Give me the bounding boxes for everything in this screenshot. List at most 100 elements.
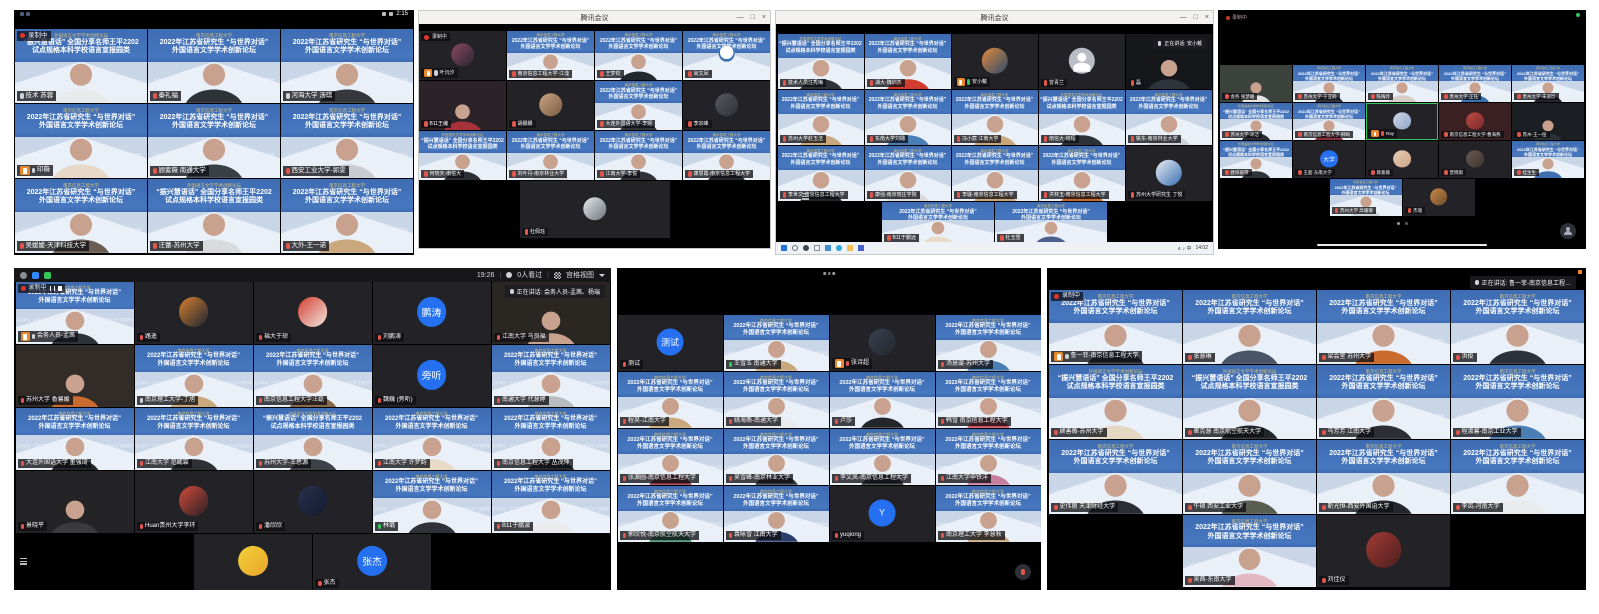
- participant-tile[interactable]: 南京信息工程大学2022年江苏省研究生 “与世界对话”外国语言文学学术创新论坛主…: [1126, 90, 1212, 145]
- participant-tile[interactable]: 外国语言文学学术创新论坛“振兴慧语话” 全国分享名师王平2202试点规格本科学校…: [1039, 90, 1125, 145]
- participant-tile[interactable]: 南京信息工程大学2022年江苏省研究生 “与世界对话”外国语言文学学术创新论坛主…: [952, 146, 1038, 201]
- participant-tile[interactable]: 南京信息工程大学2022年江苏省研究生 “与世界对话”外国语言文学学术创新论坛主…: [281, 104, 413, 178]
- participant-tile[interactable]: 南京信息工程大学2022年江苏省研究生 “与世界对话”外国语言文学学术创新论坛主…: [373, 471, 491, 533]
- participant-tile[interactable]: 南京信息工程大学2022年江苏省研究生 “与世界对话”外国语言文学学术创新论坛主…: [778, 146, 864, 201]
- participant-tile[interactable]: B11王编: [419, 81, 506, 130]
- participant-tile[interactable]: 杰瑞: [1403, 179, 1475, 216]
- participant-tile[interactable]: 南京信息工程大学2022年江苏省研究生 “与世界对话”外国语言文学学术创新论坛主…: [1330, 179, 1402, 216]
- participant-tile[interactable]: 南京信息工程大学2022年江苏省研究生 “与世界对话”外国语言文学学术创新论坛主…: [1183, 440, 1316, 514]
- start-button-icon[interactable]: [781, 245, 787, 251]
- participant-tile[interactable]: 南京信息工程大学2022年江苏省研究生 “与世界对话”外国语言文学学术创新论坛主…: [15, 104, 147, 178]
- participant-tile[interactable]: 刘佳仪: [1317, 515, 1450, 587]
- participant-tile[interactable]: 南京信息工程大学2022年江苏省研究生 “与世界对话”外国语言文学学术创新论坛主…: [507, 131, 594, 180]
- viewers-count[interactable]: 0人看过: [517, 270, 542, 280]
- participant-tile[interactable]: 杜佩珏: [520, 181, 670, 238]
- participant-tile[interactable]: 南京信息工程大学2022年江苏省研究生 “与世界对话”外国语言文学学术创新论坛主…: [778, 90, 864, 145]
- participant-tile[interactable]: 南京信息工程大学2022年江苏省研究生 “与世界对话”外国语言文学学术创新论坛主…: [135, 408, 253, 470]
- mic-muted-button[interactable]: [1015, 564, 1031, 580]
- participant-tile[interactable]: 南京信息工程大学2022年江苏省研究生 “与世界对话”外国语言文学学术创新论坛主…: [882, 202, 994, 244]
- participant-tile[interactable]: 南京信息工程大学2022年江苏省研究生 “与世界对话”外国语言文学学术创新论坛主…: [936, 315, 1041, 371]
- participant-tile[interactable]: 外国语言文学学术创新论坛“振兴慧语话” 全国分享名师王平2202试点规格本科学校…: [15, 29, 147, 103]
- participant-tile[interactable]: 南京信息工程大学2022年江苏省研究生 “与世界对话”外国语言文学学术创新论坛主…: [15, 179, 147, 253]
- maximize-button[interactable]: □: [1194, 14, 1198, 21]
- participant-tile[interactable]: 南京信息工程大学2022年江苏省研究生 “与世界对话”外国语言文学学术创新论坛主…: [507, 31, 594, 80]
- participant-tile[interactable]: 南京信息工程大学2022年江苏省研究生 “与世界对话”外国语言文学学术创新论坛主…: [281, 29, 413, 103]
- participant-tile[interactable]: 安小戴: [952, 34, 1038, 89]
- task-view-icon[interactable]: [814, 245, 820, 251]
- participant-tile[interactable]: 张诗超: [830, 315, 935, 371]
- participant-tile[interactable]: 南京信息工程大学2022年江苏省研究生 “与世界对话”外国语言文学学术创新论坛主…: [1293, 103, 1365, 140]
- view-mode-label[interactable]: 宫格视图: [566, 270, 594, 280]
- more-options-icon[interactable]: [823, 272, 835, 275]
- participant-tile[interactable]: 南京信息工程大学2022年江苏省研究生 “与世界对话”外国语言文学学术创新论坛主…: [618, 429, 723, 485]
- system-tray[interactable]: ∧ ♪ 中 14:02: [1178, 245, 1208, 252]
- info-icon[interactable]: [20, 272, 27, 279]
- participant-tile[interactable]: [194, 534, 312, 590]
- participant-tile[interactable]: 南京信息工程大学2022年江苏省研究生 “与世界对话”外国语言文学学术创新论坛主…: [281, 179, 413, 253]
- participant-tile[interactable]: 南京信息工程大学2022年江苏省研究生 “与世界对话”外国语言文学学术创新论坛主…: [724, 486, 829, 542]
- participant-tile[interactable]: 南京信息工程大学2022年江苏省研究生 “与世界对话”外国语言文学学术创新论坛主…: [595, 131, 682, 180]
- participant-tile[interactable]: 南京信息工程大学2022年江苏省研究生 “与世界对话”外国语言文学学术创新论坛主…: [1439, 65, 1511, 102]
- menu-icon[interactable]: [20, 558, 27, 565]
- participant-tile[interactable]: 南京信息工程大学2022年江苏省研究生 “与世界对话”外国语言文学学术创新论坛主…: [936, 429, 1041, 485]
- participant-tile[interactable]: 张杰张杰: [313, 534, 431, 590]
- participant-tile[interactable]: 外国语言文学学术创新论坛“振兴慧语话” 全国分享名师王平2202试点规格本科学校…: [1220, 103, 1292, 140]
- participant-tile[interactable]: 南京信息工程大学2022年江苏省研究生 “与世界对话”外国语言文学学术创新论坛主…: [492, 408, 610, 470]
- participant-tile[interactable]: 南京信息工程大学2022年江苏省研究生 “与世界对话”外国语言文学学术创新论坛主…: [830, 429, 935, 485]
- participant-tile[interactable]: 蒋紫薇: [1366, 141, 1438, 178]
- participant-avatar-button[interactable]: [1560, 223, 1576, 239]
- participant-tile[interactable]: 景晓平: [16, 471, 134, 533]
- home-indicator-bar[interactable]: [1317, 244, 1487, 246]
- participant-tile[interactable]: 南京信息工程大学2022年江苏省研究生 “与世界对话”外国语言文学学术创新论坛主…: [1317, 440, 1450, 514]
- participant-tile[interactable]: 南京信息工程大学2022年江苏省研究生 “与世界对话”外国语言文学学术创新论坛主…: [683, 131, 770, 180]
- participant-tile[interactable]: 南京信息工程大学2022年江苏省研究生 “与世界对话”外国语言文学学术创新论坛主…: [595, 31, 682, 80]
- participant-tile[interactable]: 南京信息工程大学2022年江苏省研究生 “与世界对话”外国语言文学学术创新论坛主…: [16, 408, 134, 470]
- participant-tile[interactable]: 曾晓雨: [1439, 141, 1511, 178]
- participant-tile[interactable]: 南京信息工程大学2022年江苏省研究生 “与世界对话”外国语言文学学术创新论坛主…: [1049, 440, 1182, 514]
- search-icon[interactable]: [792, 245, 798, 251]
- participant-tile[interactable]: 鹏涛刘鹏涛: [373, 282, 491, 344]
- participant-tile[interactable]: 南京信息工程大学2022年江苏省研究生 “与世界对话”外国语言文学学术创新论坛主…: [1512, 141, 1584, 178]
- participant-tile[interactable]: 南京信息工程大学2022年江苏省研究生 “与世界对话”外国语言文学学术创新论坛主…: [1512, 65, 1584, 102]
- window-titlebar[interactable]: 腾讯会议 — □ ×: [419, 11, 770, 24]
- participant-tile[interactable]: 南京信息工程大学2022年江苏省研究生 “与世界对话”外国语言文学学术创新论坛主…: [148, 29, 280, 103]
- participant-tile[interactable]: 南京信息工程大学2022年江苏省研究生 “与世界对话”外国语言文学学术创新论坛主…: [724, 429, 829, 485]
- participant-tile[interactable]: 潘欣欣: [254, 471, 372, 533]
- participant-tile[interactable]: 李宗峰: [683, 81, 770, 130]
- participant-tile[interactable]: 南京信息工程大学2022年江苏省研究生 “与世界对话”外国语言文学学术创新论坛主…: [1451, 365, 1584, 439]
- participant-tile[interactable]: 南京信息工程大学2022年江苏省研究生 “与世界对话”外国语言文学学术创新论坛主…: [724, 315, 829, 371]
- participant-tile[interactable]: 南京信息工程大学2022年江苏省研究生 “与世界对话”外国语言文学学术创新论坛主…: [148, 104, 280, 178]
- participant-tile[interactable]: 南京信息工程大学2022年江苏省研究生 “与世界对话”外国语言文学学术创新论坛主…: [865, 146, 951, 201]
- participant-tile[interactable]: 南京信息工程大学2022年江苏省研究生 “与世界对话”外国语言文学学术创新论坛主…: [995, 202, 1107, 244]
- participant-tile[interactable]: 南京信息工程大学2022年江苏省研究生 “与世界对话”外国语言文学学术创新论坛主…: [1049, 290, 1182, 364]
- minimize-button[interactable]: —: [1180, 14, 1187, 21]
- participant-tile[interactable]: 旁听魏巍 (旁听): [373, 345, 491, 407]
- edge-browser-icon[interactable]: [836, 245, 842, 251]
- shield-icon[interactable]: [32, 272, 39, 279]
- participant-tile[interactable]: 外国语言文学学术创新论坛“振兴慧语话” 全国分享名师王平2202试点规格本科学校…: [1220, 141, 1292, 178]
- chevron-down-icon[interactable]: [599, 274, 605, 277]
- participant-tile[interactable]: 南京信息工程大学2022年江苏省研究生 “与世界对话”外国语言文学学术创新论坛主…: [618, 372, 723, 428]
- participant-tile[interactable]: 南京信息工程大学2022年江苏省研究生 “与世界对话”外国语言文学学术创新论坛主…: [1317, 365, 1450, 439]
- meeting-app-icon[interactable]: [858, 245, 864, 251]
- participant-tile[interactable]: 南京信息工程大学2022年江苏省研究生 “与世界对话”外国语言文学学术创新论坛主…: [1183, 515, 1316, 587]
- participant-tile[interactable]: 南京信息工程大学2022年江苏省研究生 “与世界对话”外国语言文学学术创新论坛主…: [1317, 290, 1450, 364]
- participant-tile[interactable]: 南京信息工程大学2022年江苏省研究生 “与世界对话”外国语言文学学术创新论坛主…: [865, 34, 951, 89]
- participant-tile[interactable]: 南京信息工程大学2022年江苏省研究生 “与世界对话”外国语言文学学术创新论坛主…: [1039, 146, 1125, 201]
- participant-tile[interactable]: 苏州大学研究生 丁悦: [1126, 146, 1212, 201]
- participant-tile[interactable]: 外国语言文学学术创新论坛“振兴慧语话” 全国分享名师王平2202试点规格本科学校…: [148, 179, 280, 253]
- close-button[interactable]: ×: [1205, 14, 1209, 21]
- window-titlebar[interactable]: 腾讯会议 — □ ×: [776, 11, 1213, 24]
- participant-tile[interactable]: 会务 张梦璐: [1220, 65, 1292, 102]
- participant-tile[interactable]: 南京信息工程大学2022年江苏省研究生 “与世界对话”外国语言文学学术创新论坛主…: [492, 471, 610, 533]
- file-explorer-icon[interactable]: [847, 245, 853, 251]
- participant-tile[interactable]: 苏州-王一恒: [1512, 103, 1584, 140]
- participant-tile[interactable]: 外国语言文学学术创新论坛“振兴慧语话” 全国分享名师王平2202试点规格本科学校…: [1183, 365, 1316, 439]
- participant-tile[interactable]: 南京信息工程大学2022年江苏省研究生 “与世界对话”外国语言文学学术创新论坛主…: [952, 90, 1038, 145]
- participant-tile[interactable]: 南京信息工程大学2022年江苏省研究生 “与世界对话”外国语言文学学术创新论坛主…: [724, 372, 829, 428]
- participant-tile[interactable]: 南京信息工程大学2022年江苏省研究生 “与世界对话”外国语言文学学术创新论坛主…: [1451, 440, 1584, 514]
- participant-tile[interactable]: 路遥: [135, 282, 253, 344]
- participant-tile[interactable]: 南京信息工程大学2022年江苏省研究生 “与世界对话”外国语言文学学术创新论坛主…: [1293, 65, 1365, 102]
- participant-tile[interactable]: 大学王超 东南大学: [1293, 141, 1365, 178]
- participant-tile[interactable]: 南京信息工程大学2022年江苏省研究生 “与世界对话”外国语言文学学术创新论坛主…: [254, 345, 372, 407]
